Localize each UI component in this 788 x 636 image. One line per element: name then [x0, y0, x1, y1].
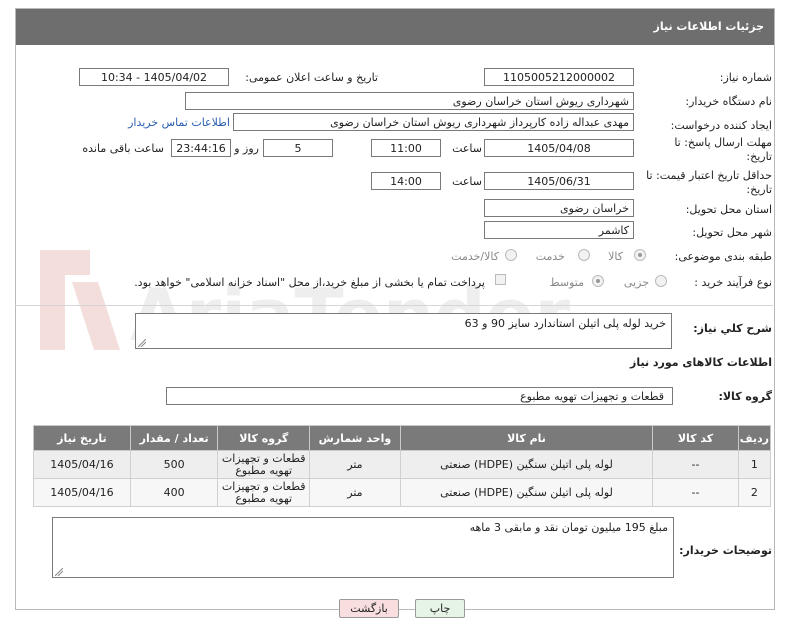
buyer-notes-label: توضیحات خریدار: — [679, 544, 772, 557]
requester-label: ایجاد کننده درخواست: — [670, 119, 772, 132]
general-desc-field: خرید لوله پلی اتیلن استاندارد سایز 90 و … — [135, 313, 672, 349]
col-header-item-group: گروه کالا — [217, 425, 311, 451]
delivery-province-field: خراسان رضوی — [484, 199, 634, 217]
buyer-org-field: شهرداری ریوش استان خراسان رضوی — [185, 92, 634, 110]
need-number-field: 1105005212000002 — [484, 68, 634, 86]
category-option-goods-service: کالا/خدمت — [451, 250, 499, 263]
col-header-quantity: تعداد / مقدار — [129, 425, 219, 451]
goods-table: ردیف کد کالا نام کالا واحد شمارش گروه کا… — [33, 425, 772, 507]
cell-item-group: قطعات و تجهیزات تهویه مطبوع — [217, 478, 311, 507]
category-option-service: خدمت — [535, 250, 565, 263]
col-header-unit: واحد شمارش — [309, 425, 401, 451]
category-label: طبقه بندی موضوعی: — [674, 250, 772, 263]
requester-field: مهدی عبداله زاده کارپرداز شهرداری ریوش ا… — [233, 113, 634, 131]
treasury-payment-note: پرداخت تمام یا بخشی از مبلغ خرید،از محل … — [134, 276, 485, 289]
price-validity-label: حداقل تاریخ اعتبار قیمت: تا تاریخ: — [646, 169, 772, 196]
announce-datetime-field: 1405/04/02 - 10:34 — [79, 68, 229, 86]
table-row: 2 -- لوله پلی اتیلن سنگین (HDPE) صنعتی م… — [33, 478, 772, 507]
validity-date-field: 1405/06/31 — [484, 172, 634, 190]
buyer-notes-text: مبلغ 195 میلیون تومان نقد و مابقی 3 ماهه — [469, 521, 668, 534]
cell-need-date: 1405/04/16 — [33, 478, 131, 507]
cell-unit: متر — [309, 450, 401, 479]
delivery-province-label: استان محل تحویل: — [685, 203, 772, 216]
need-number-label: شماره نیاز: — [719, 71, 772, 84]
announce-datetime-label: تاریخ و ساعت اعلان عمومی: — [245, 71, 378, 84]
cell-item-code: -- — [652, 450, 739, 479]
delivery-city-field: کاشمر — [484, 221, 634, 239]
cell-unit: متر — [309, 478, 401, 507]
resize-grip-icon[interactable] — [55, 568, 63, 576]
process-option-medium: متوسط — [549, 276, 584, 289]
cell-row-no: 1 — [737, 450, 772, 479]
col-header-row-no: ردیف — [737, 425, 772, 451]
validity-time-field: 14:00 — [371, 172, 441, 190]
category-radio-goods[interactable] — [634, 249, 646, 261]
table-header-row: ردیف کد کالا نام کالا واحد شمارش گروه کا… — [33, 425, 772, 451]
table-row: 1 -- لوله پلی اتیلن سنگین (HDPE) صنعتی م… — [33, 450, 772, 479]
buyer-contact-link[interactable]: اطلاعات تماس خریدار — [128, 116, 230, 129]
reply-date-field: 1405/04/08 — [484, 139, 634, 157]
cell-item-group: قطعات و تجهیزات تهویه مطبوع — [217, 450, 311, 479]
process-option-minor: جزیی — [623, 276, 649, 289]
hours-left-label: ساعت باقی مانده — [82, 142, 164, 155]
print-button[interactable]: چاپ — [415, 599, 465, 618]
reply-deadline-label: مهلت ارسال پاسخ: تا تاریخ: — [674, 136, 772, 163]
goods-info-heading: اطلاعات کالاهای مورد نیاز — [630, 356, 772, 369]
category-option-goods: کالا — [608, 250, 623, 263]
resize-grip-icon[interactable] — [138, 339, 146, 347]
treasury-payment-checkbox[interactable] — [495, 274, 506, 285]
general-desc-text: خرید لوله پلی اتیلن استاندارد سایز 90 و … — [464, 317, 666, 330]
category-radio-service[interactable] — [578, 249, 590, 261]
cell-quantity: 500 — [129, 450, 219, 479]
cell-item-code: -- — [652, 478, 739, 507]
delivery-city-label: شهر محل تحویل: — [692, 226, 772, 239]
goods-group-label: گروه کالا: — [718, 390, 772, 403]
validity-time-label: ساعت — [452, 175, 482, 188]
col-header-need-date: تاریخ نیاز — [33, 425, 131, 451]
days-left-field: 5 — [263, 139, 333, 157]
col-header-item-code: کد کالا — [652, 425, 739, 451]
cell-item-name: لوله پلی اتیلن سنگین (HDPE) صنعتی — [399, 450, 654, 479]
cell-row-no: 2 — [737, 478, 772, 507]
process-radio-medium[interactable] — [592, 275, 604, 287]
reply-time-label: ساعت — [452, 142, 482, 155]
reply-time-field: 11:00 — [371, 139, 441, 157]
cell-quantity: 400 — [129, 478, 219, 507]
cell-need-date: 1405/04/16 — [33, 450, 131, 479]
panel-title: جزئیات اطلاعات نیاز — [653, 20, 765, 33]
col-header-item-name: نام کالا — [399, 425, 654, 451]
buyer-org-label: نام دستگاه خریدار: — [685, 95, 772, 108]
time-left-field: 23:44:16 — [171, 139, 231, 157]
general-desc-label: شرح کلي نياز: — [693, 322, 772, 335]
category-radio-goods-service[interactable] — [505, 249, 517, 261]
buyer-notes-field: مبلغ 195 میلیون تومان نقد و مابقی 3 ماهه — [52, 517, 674, 578]
goods-group-field: قطعات و تجهیزات تهویه مطبوع — [166, 387, 673, 405]
back-button[interactable]: بازگشت — [339, 599, 399, 618]
cell-item-name: لوله پلی اتیلن سنگین (HDPE) صنعتی — [399, 478, 654, 507]
section-divider — [15, 305, 773, 306]
process-type-label: نوع فرآیند خرید : — [694, 276, 772, 289]
panel-header: جزئیات اطلاعات نیاز — [16, 9, 774, 45]
process-radio-minor[interactable] — [655, 275, 667, 287]
day-and-label: روز و — [234, 142, 259, 155]
